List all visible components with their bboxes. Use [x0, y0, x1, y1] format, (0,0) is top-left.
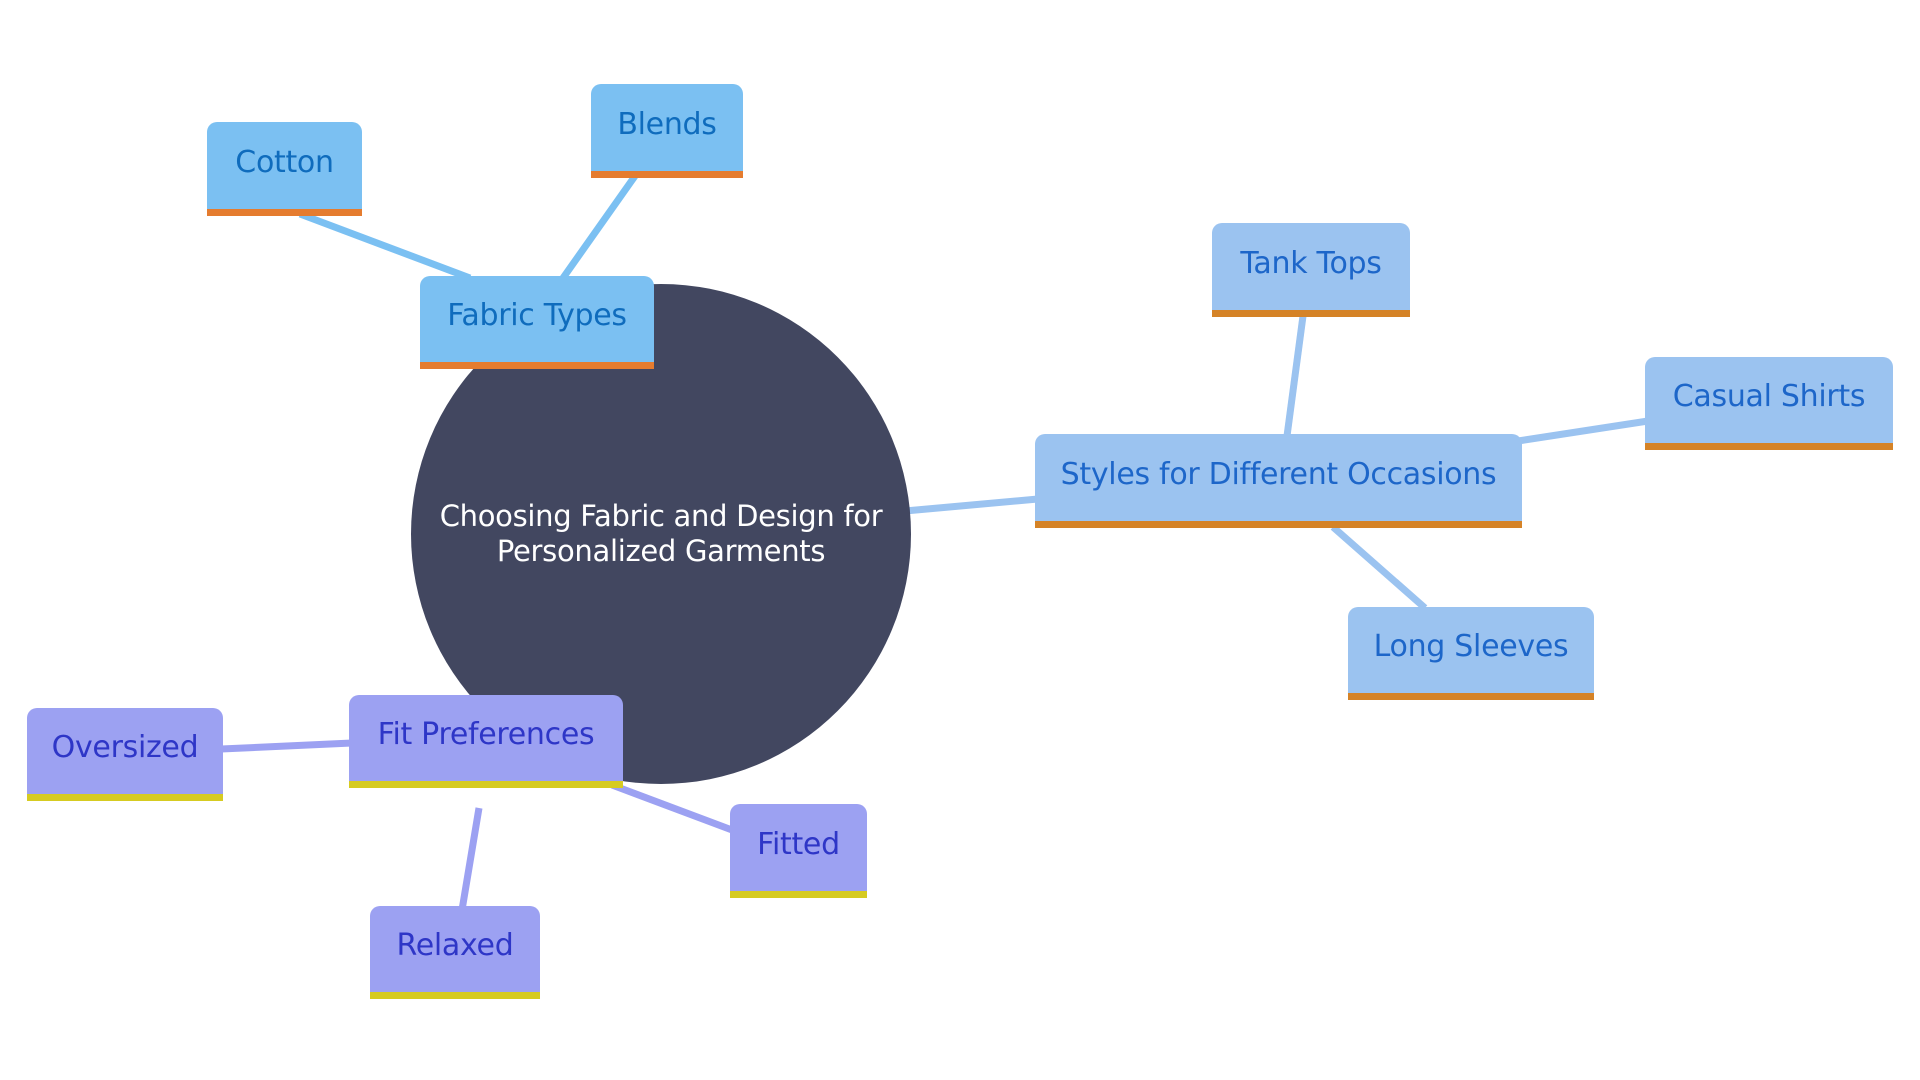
- edge-styles-tanktops: [1283, 315, 1307, 437]
- edge-fabric-cotton: [298, 210, 472, 282]
- node-oversized[interactable]: Oversized: [27, 708, 223, 801]
- node-label: Blends: [617, 106, 717, 142]
- mind-map-canvas: Choosing Fabric and Design for Personali…: [0, 0, 1920, 1080]
- node-tank-tops[interactable]: Tank Tops: [1212, 223, 1410, 317]
- node-long-sleeves[interactable]: Long Sleeves: [1348, 607, 1594, 700]
- node-label: Casual Shirts: [1672, 379, 1866, 414]
- edge-root-styles: [904, 495, 1039, 515]
- node-casual-shirts[interactable]: Casual Shirts: [1645, 357, 1893, 450]
- edge-fit-relaxed: [458, 807, 483, 911]
- node-label: Fit Preferences: [377, 717, 595, 752]
- node-fitted[interactable]: Fitted: [730, 804, 867, 898]
- node-relaxed[interactable]: Relaxed: [370, 906, 540, 999]
- edge-fit-fitted: [610, 781, 734, 834]
- edge-styles-longsleeves: [1330, 524, 1428, 611]
- node-label: Long Sleeves: [1373, 629, 1569, 664]
- node-blends[interactable]: Blends: [591, 84, 743, 178]
- root-label: Choosing Fabric and Design for Personali…: [440, 499, 883, 569]
- root-label-line2: Personalized Garments: [496, 534, 826, 568]
- edge-fabric-blends: [560, 173, 638, 281]
- edge-fit-oversized: [220, 739, 353, 753]
- node-label: Tank Tops: [1240, 245, 1382, 281]
- node-label: Oversized: [51, 730, 199, 765]
- node-fabric-types[interactable]: Fabric Types: [420, 276, 654, 369]
- node-label: Fitted: [757, 826, 840, 862]
- node-label: Cotton: [235, 144, 334, 180]
- root-label-line1: Choosing Fabric and Design for: [439, 499, 883, 533]
- node-label: Relaxed: [396, 928, 514, 963]
- node-styles-for-different-occasions[interactable]: Styles for Different Occasions: [1035, 434, 1522, 528]
- node-label: Styles for Different Occasions: [1060, 456, 1497, 492]
- node-label: Fabric Types: [447, 298, 627, 333]
- node-fit-preferences[interactable]: Fit Preferences: [349, 695, 623, 788]
- node-cotton[interactable]: Cotton: [207, 122, 362, 216]
- edge-styles-casualshirts: [1517, 417, 1649, 445]
